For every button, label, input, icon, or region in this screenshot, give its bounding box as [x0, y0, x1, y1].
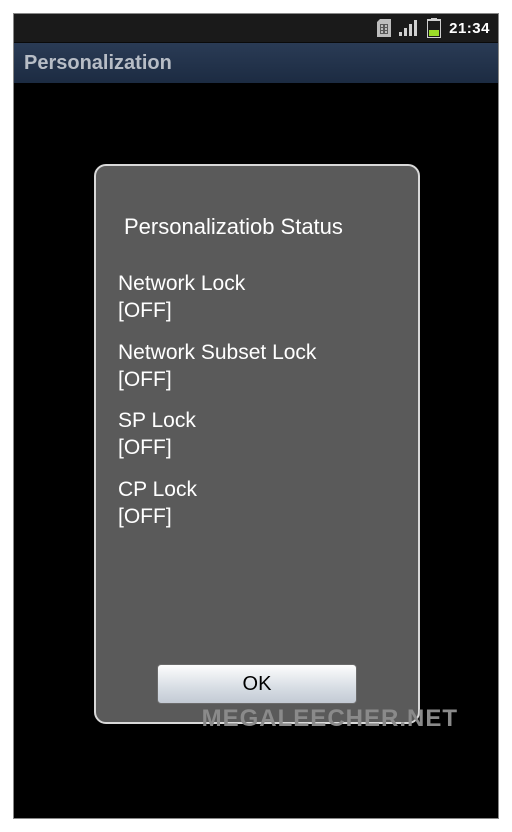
title-bar: Personalization	[14, 42, 498, 84]
watermark: MEGALEECHER.NET	[202, 705, 458, 733]
page-title: Personalization	[24, 52, 172, 75]
lock-value: [OFF]	[118, 366, 396, 393]
lock-value: [OFF]	[118, 434, 396, 461]
list-item: Network Subset Lock [OFF]	[118, 339, 396, 394]
list-item: Network Lock [OFF]	[118, 270, 396, 325]
battery-icon	[427, 18, 441, 38]
lock-name: Network Lock	[118, 270, 396, 297]
lock-list: Network Lock [OFF] Network Subset Lock […	[118, 270, 396, 664]
clock: 21:34	[449, 20, 490, 37]
status-bar: 21:34	[14, 14, 498, 42]
dialog-title: Personalizatiob Status	[118, 214, 396, 240]
list-item: CP Lock [OFF]	[118, 476, 396, 531]
lock-name: Network Subset Lock	[118, 339, 396, 366]
status-dialog: Personalizatiob Status Network Lock [OFF…	[94, 164, 420, 724]
signal-icon	[399, 20, 419, 36]
lock-name: SP Lock	[118, 407, 396, 434]
lock-name: CP Lock	[118, 476, 396, 503]
lock-value: [OFF]	[118, 297, 396, 324]
lock-value: [OFF]	[118, 503, 396, 530]
ok-button[interactable]: OK	[157, 664, 357, 704]
phone-screen: 21:34 Personalization Personalizatiob St…	[13, 13, 499, 819]
sim-card-icon	[377, 19, 391, 37]
list-item: SP Lock [OFF]	[118, 407, 396, 462]
content-area: Personalizatiob Status Network Lock [OFF…	[14, 84, 498, 818]
